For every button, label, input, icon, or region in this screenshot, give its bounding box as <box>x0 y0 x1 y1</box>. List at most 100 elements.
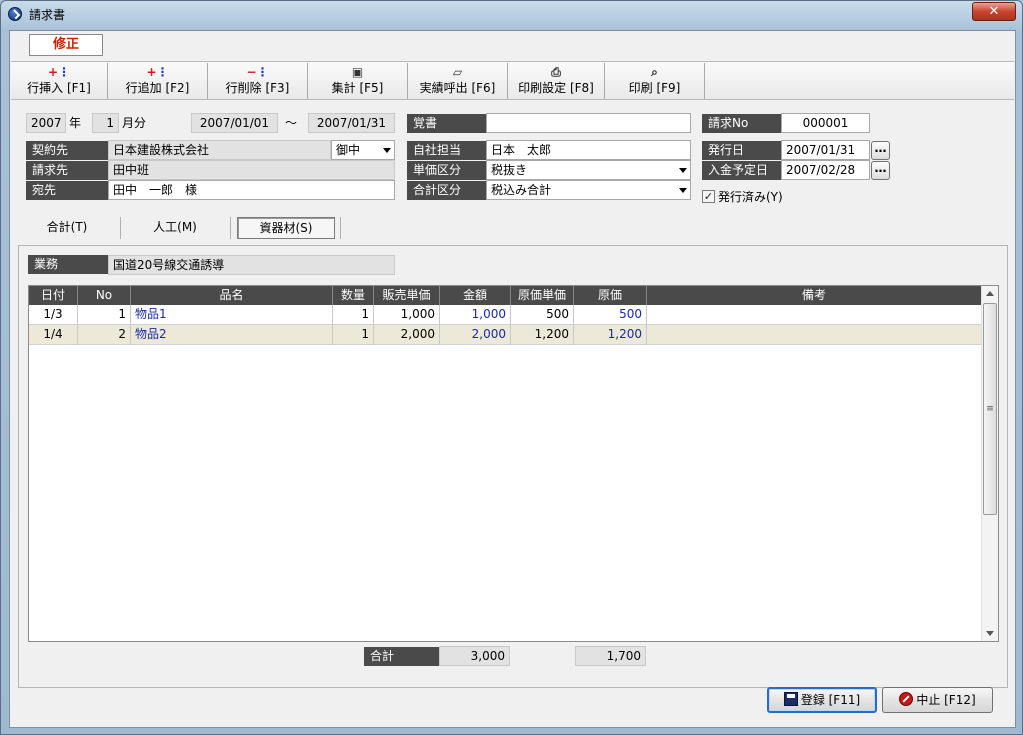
scroll-down-icon[interactable] <box>986 631 994 636</box>
row-add-button[interactable]: +⋮ 行追加 [F2] <box>108 63 208 99</box>
row-insert-label: 行挿入 [F1] <box>27 81 91 95</box>
materials-panel: 業務 国道20号線交通誘導 日付 No 品名 数量 販売単価 金額 原価単価 原… <box>18 245 1008 688</box>
stop-icon <box>899 692 914 706</box>
total-type-select[interactable]: 税込み合計 <box>486 180 691 200</box>
cell-cost-unit[interactable]: 1,200 <box>511 325 574 345</box>
col-unit-price[interactable]: 販売単価 <box>374 286 440 305</box>
row-delete-button[interactable]: −⋮ 行削除 [F3] <box>208 63 308 99</box>
issue-date-picker-button[interactable]: … <box>871 141 890 160</box>
row-insert-button[interactable]: +⋮ 行挿入 [F1] <box>11 63 108 99</box>
cell-date[interactable]: 1/4 <box>29 325 78 345</box>
cell-item[interactable]: 物品1 <box>131 305 333 325</box>
cell-cost-unit[interactable]: 500 <box>511 305 574 325</box>
issued-label[interactable]: 発行済み(Y) <box>718 187 783 207</box>
chevron-down-icon <box>679 188 687 193</box>
col-qty[interactable]: 数量 <box>333 286 374 305</box>
cell-unit-price[interactable]: 2,000 <box>374 325 440 345</box>
month-field[interactable]: 1 <box>92 113 119 133</box>
total-amount-field: 3,000 <box>439 646 510 666</box>
scroll-up-icon[interactable] <box>986 291 994 296</box>
cancel-button[interactable]: 中止 [F12] <box>882 687 993 713</box>
staff-field[interactable]: 日本 太郎 <box>486 140 691 160</box>
contractor-field[interactable]: 日本建設株式会社 <box>108 140 331 160</box>
window-title: 請求書 <box>29 8 66 22</box>
chevron-down-icon <box>383 148 391 153</box>
aggregate-icon: ▣ <box>351 65 364 79</box>
unit-price-type-select[interactable]: 税抜き <box>486 160 691 180</box>
tilde-separator: ～ <box>285 116 298 130</box>
invoice-window: 請求書 ✕ 修正 +⋮ 行挿入 [F1] +⋮ 行追加 [F2] −⋮ 行削除 … <box>0 0 1023 735</box>
vertical-scrollbar[interactable]: ≡ <box>981 286 998 641</box>
col-item[interactable]: 品名 <box>131 286 333 305</box>
payment-date-field[interactable]: 2007/02/28 <box>781 160 870 180</box>
scroll-thumb[interactable]: ≡ <box>983 303 997 515</box>
total-type-label: 合計区分 <box>407 181 486 200</box>
title-bar[interactable]: 請求書 ✕ <box>1 1 1022 27</box>
register-button[interactable]: 登録 [F11] <box>767 687 877 713</box>
honorific-value: 御中 <box>336 143 361 157</box>
col-amount[interactable]: 金額 <box>440 286 511 305</box>
issue-date-field[interactable]: 2007/01/31 <box>781 140 870 160</box>
invoice-no-field[interactable]: 000001 <box>781 113 870 133</box>
col-date[interactable]: 日付 <box>29 286 78 305</box>
folder-open-icon: ▱ <box>452 65 463 79</box>
cell-amount: 1,000 <box>440 305 511 325</box>
load-actual-button[interactable]: ▱ 実績呼出 [F6] <box>408 63 508 99</box>
print-settings-label: 印刷設定 [F8] <box>518 81 594 95</box>
memo-field[interactable] <box>486 113 691 133</box>
payment-date-picker-button[interactable]: … <box>871 161 890 180</box>
cell-date[interactable]: 1/3 <box>29 305 78 325</box>
col-cost-unit[interactable]: 原価単価 <box>511 286 574 305</box>
toolbar: +⋮ 行挿入 [F1] +⋮ 行追加 [F2] −⋮ 行削除 [F3] ▣ 集計… <box>11 61 1014 100</box>
materials-grid[interactable]: 日付 No 品名 数量 販売単価 金額 原価単価 原価 備考 1/3 1 物品1… <box>28 285 999 642</box>
aggregate-label: 集計 [F5] <box>331 81 384 95</box>
tab-total[interactable]: 合計(T) <box>32 214 102 240</box>
chevron-down-icon <box>679 168 687 173</box>
col-cost[interactable]: 原価 <box>574 286 647 305</box>
cell-unit-price[interactable]: 1,000 <box>374 305 440 325</box>
load-actual-label: 実績呼出 [F6] <box>419 81 496 95</box>
aggregate-button[interactable]: ▣ 集計 [F5] <box>308 63 408 99</box>
tab-labor[interactable]: 人工(M) <box>140 214 210 240</box>
cell-no[interactable]: 2 <box>78 325 131 345</box>
cell-qty[interactable]: 1 <box>333 305 374 325</box>
close-button[interactable]: ✕ <box>972 2 1016 21</box>
business-field: 国道20号線交通誘導 <box>108 255 395 275</box>
cell-qty[interactable]: 1 <box>333 325 374 345</box>
mode-label: 修正 <box>29 34 103 56</box>
cell-cost: 1,200 <box>574 325 647 345</box>
cell-note[interactable] <box>647 305 981 325</box>
business-label: 業務 <box>28 255 108 274</box>
cell-note[interactable] <box>647 325 981 345</box>
cell-item[interactable]: 物品2 <box>131 325 333 345</box>
issue-date-label: 発行日 <box>702 141 781 160</box>
print-button[interactable]: ⌕ 印刷 [F9] <box>605 63 705 99</box>
table-row-selected[interactable]: 1/4 2 物品2 1 2,000 2,000 1,200 1,200 <box>29 325 981 345</box>
staff-label: 自社担当 <box>407 141 486 160</box>
col-note[interactable]: 備考 <box>647 286 981 305</box>
unit-price-type-label: 単価区分 <box>407 161 486 180</box>
print-settings-button[interactable]: ⎙ 印刷設定 [F8] <box>508 63 605 99</box>
billing-label: 請求先 <box>26 161 108 180</box>
printer-icon: ⎙ <box>551 65 561 79</box>
grid-header: 日付 No 品名 数量 販売単価 金額 原価単価 原価 備考 <box>29 286 981 305</box>
addressee-field[interactable]: 田中 一郎 様 <box>108 180 395 200</box>
tab-materials[interactable]: 資器材(S) <box>237 217 335 239</box>
billing-field[interactable]: 田中班 <box>108 160 395 180</box>
tab-separator <box>120 217 121 239</box>
tab-separator <box>340 217 341 239</box>
date-to-field: 2007/01/31 <box>308 113 395 133</box>
row-delete-icon: −⋮ <box>246 65 269 79</box>
payment-date-label: 入金予定日 <box>702 161 781 180</box>
register-label: 登録 [F11] <box>800 693 861 707</box>
issued-checkbox[interactable]: ✓ <box>702 190 715 203</box>
table-row[interactable]: 1/3 1 物品1 1 1,000 1,000 500 500 <box>29 305 981 325</box>
cell-no[interactable]: 1 <box>78 305 131 325</box>
honorific-select[interactable]: 御中 <box>331 140 395 160</box>
date-from-field: 2007/01/01 <box>191 113 278 133</box>
year-field[interactable]: 2007 <box>26 113 66 133</box>
total-type-value: 税込み合計 <box>491 183 552 197</box>
year-unit: 年 <box>69 116 82 130</box>
col-no[interactable]: No <box>78 286 131 305</box>
memo-label: 覚書 <box>407 114 486 133</box>
